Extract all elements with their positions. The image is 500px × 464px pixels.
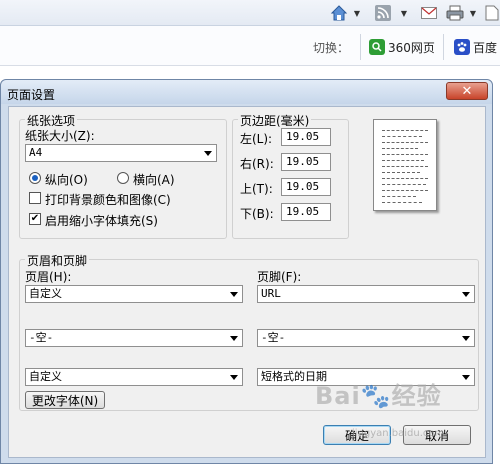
preview-line xyxy=(382,172,420,173)
preview-line xyxy=(382,178,428,179)
shrink-to-fit-label: 启用缩小字体填充(S) xyxy=(45,214,158,228)
landscape-label: 横向(A) xyxy=(133,173,175,187)
landscape-radio[interactable] xyxy=(117,172,129,184)
margin-top-label: 上(T): xyxy=(240,182,273,196)
preview-line xyxy=(382,142,428,143)
paper-size-label: 纸张大小(Z): xyxy=(25,129,95,143)
preview-line xyxy=(382,184,426,185)
preview-line xyxy=(382,202,422,203)
header-footer-title: 页眉和页脚 xyxy=(25,252,90,269)
divider xyxy=(360,34,361,60)
header-select-2[interactable]: -空- xyxy=(25,329,243,347)
search-icon xyxy=(369,39,385,55)
chevron-down-icon xyxy=(462,336,470,341)
footer-select-2[interactable]: -空- xyxy=(257,329,475,347)
portrait-radio[interactable] xyxy=(29,172,41,184)
dialog-title-bar[interactable]: 页面设置 ✕ xyxy=(1,80,492,104)
footer-value-1: URL xyxy=(261,287,281,300)
preview-line xyxy=(382,160,424,161)
margin-bottom-label: 下(B): xyxy=(240,207,274,221)
print-background-label: 打印背景颜色和图像(C) xyxy=(45,193,171,207)
chevron-down-icon xyxy=(204,151,212,156)
engine-button-baidu[interactable]: 百度 xyxy=(454,36,497,58)
engine-label: 百度 xyxy=(473,40,498,55)
preview-line xyxy=(382,190,428,191)
header-value-1: 自定义 xyxy=(29,287,62,300)
header-select-3[interactable]: 自定义 xyxy=(25,368,243,386)
mail-button[interactable] xyxy=(421,3,437,23)
header-value-2: -空- xyxy=(29,331,54,344)
footer-select-1[interactable]: URL xyxy=(257,285,475,303)
print-button[interactable] xyxy=(446,3,464,23)
page-menu-button[interactable] xyxy=(485,3,499,23)
footer-label: 页脚(F): xyxy=(257,270,302,284)
print-dropdown-arrow[interactable]: ▼ xyxy=(468,3,478,23)
header-value-3: 自定义 xyxy=(29,370,62,383)
page-icon xyxy=(485,5,499,21)
home-dropdown-arrow[interactable]: ▼ xyxy=(352,3,362,23)
browser-command-bar: ▼ ▼ ▼ xyxy=(0,0,500,26)
switch-label: 切换： xyxy=(313,41,350,55)
mail-icon xyxy=(421,7,437,19)
preview-line xyxy=(382,136,422,137)
engine-button-360[interactable]: 360网页 xyxy=(369,36,435,58)
preview-line xyxy=(382,196,416,197)
preview-line xyxy=(382,154,428,155)
feeds-dropdown-arrow[interactable]: ▼ xyxy=(399,3,409,23)
paper-size-select[interactable]: A4 xyxy=(25,144,217,162)
chevron-down-icon xyxy=(230,336,238,341)
close-button[interactable]: ✕ xyxy=(446,82,488,100)
preview-line xyxy=(382,148,418,149)
checkmark-icon: ✔ xyxy=(30,213,40,224)
header-select-1[interactable]: 自定义 xyxy=(25,285,243,303)
feeds-button[interactable] xyxy=(375,3,391,23)
margin-left-input[interactable]: 19.05 xyxy=(281,128,331,146)
margin-bottom-input[interactable]: 19.05 xyxy=(281,203,331,221)
baidu-paw-icon xyxy=(454,39,470,55)
chevron-down-icon xyxy=(230,292,238,297)
home-button[interactable] xyxy=(330,3,348,23)
chevron-down-icon xyxy=(462,375,470,380)
dialog-title: 页面设置 xyxy=(7,88,56,102)
paper-size-value: A4 xyxy=(29,146,43,159)
margins-title: 页边距(毫米) xyxy=(238,112,312,129)
close-icon: ✕ xyxy=(461,83,473,99)
preview-line xyxy=(382,130,428,131)
change-font-button[interactable]: 更改字体(N) xyxy=(25,391,105,409)
chevron-down-icon xyxy=(462,292,470,297)
printer-icon xyxy=(446,5,464,21)
page-preview xyxy=(373,119,437,211)
rss-feed-icon xyxy=(375,5,391,21)
footer-value-2: -空- xyxy=(261,331,286,344)
portrait-label: 纵向(O) xyxy=(45,173,88,187)
margin-right-label: 右(R): xyxy=(240,157,274,171)
print-background-checkbox[interactable] xyxy=(29,192,41,204)
watermark-url: jingyan.baidu.com xyxy=(352,428,445,439)
header-label: 页眉(H): xyxy=(25,270,72,284)
engine-label: 360网页 xyxy=(388,40,435,55)
margin-right-input[interactable]: 19.05 xyxy=(281,153,331,171)
home-icon xyxy=(330,5,348,21)
margin-top-input[interactable]: 19.05 xyxy=(281,178,331,196)
preview-line xyxy=(382,166,428,167)
watermark-logo: Bai🐾经验 xyxy=(315,382,442,410)
margin-left-label: 左(L): xyxy=(240,132,273,146)
divider xyxy=(443,34,444,60)
chevron-down-icon xyxy=(230,375,238,380)
shrink-to-fit-checkbox[interactable]: ✔ xyxy=(29,213,41,225)
